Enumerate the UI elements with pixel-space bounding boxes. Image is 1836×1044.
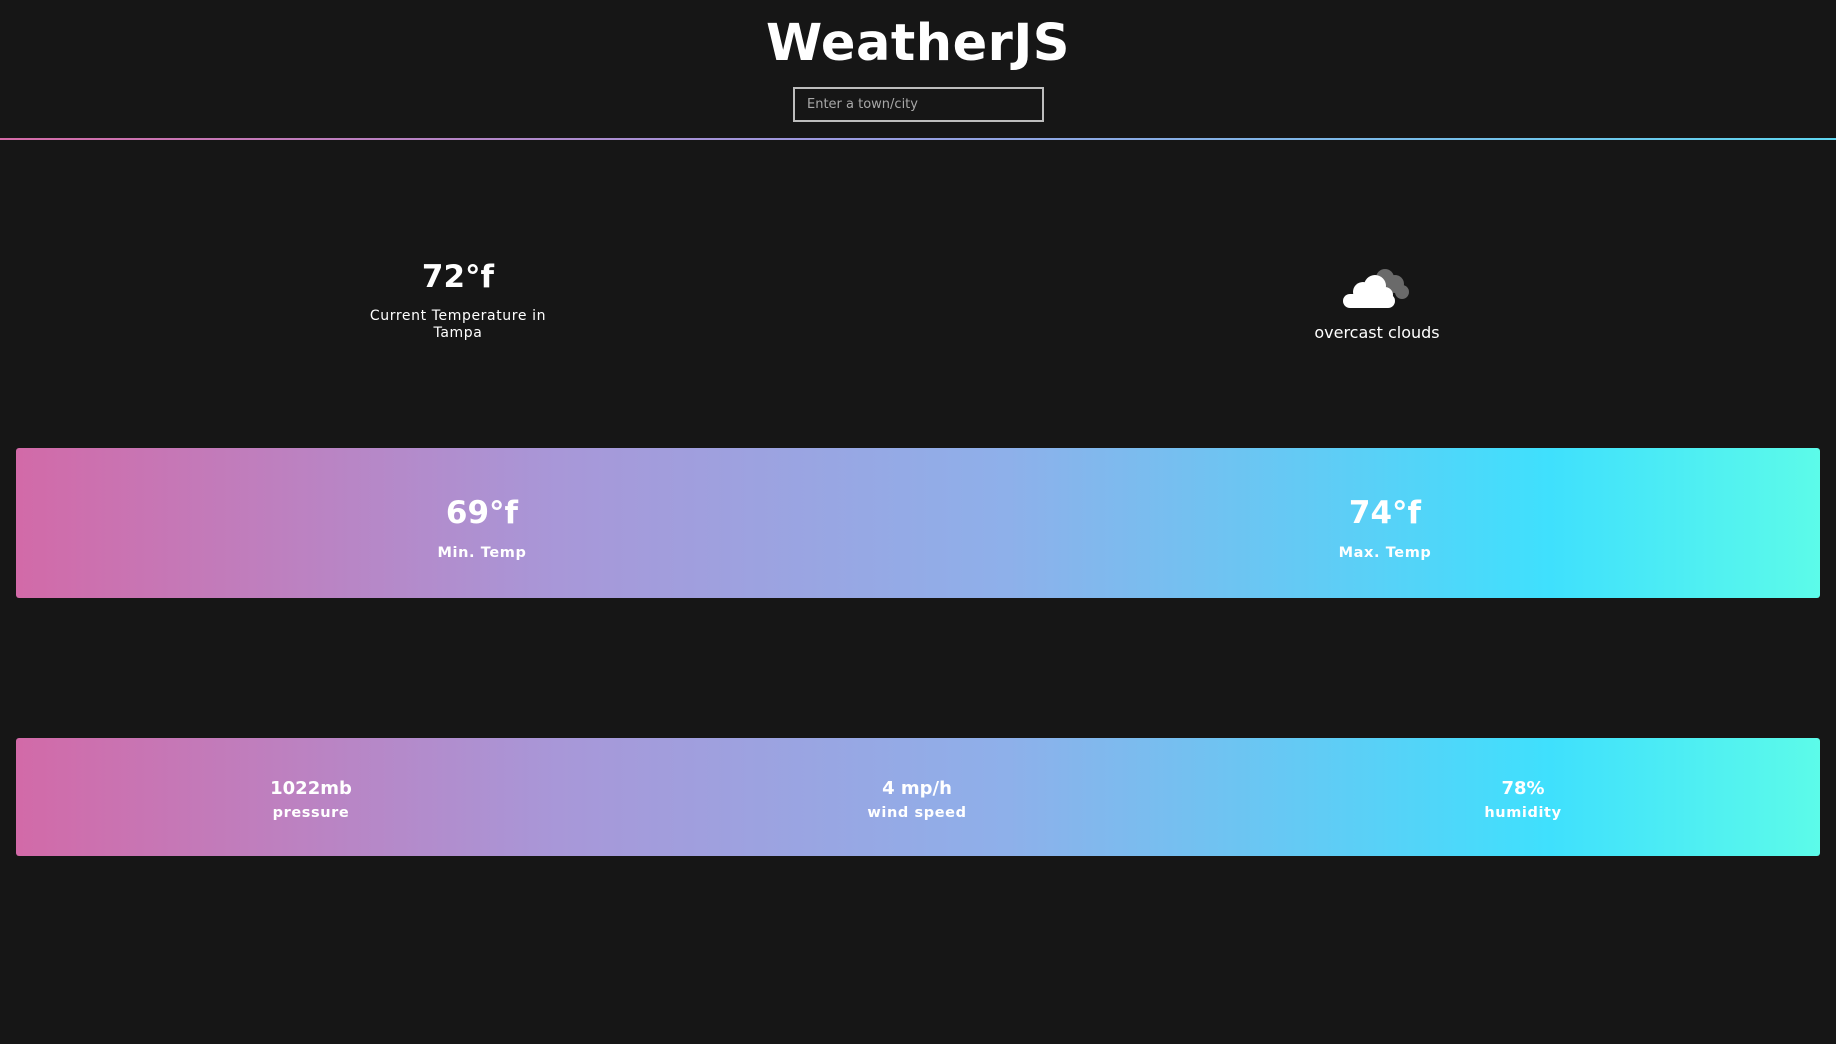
humidity-block: 78% humidity (1413, 778, 1633, 821)
wind-speed-block: 4 mp/h wind speed (807, 778, 1027, 821)
pressure-block: 1022mb pressure (201, 778, 421, 821)
pressure-value: 1022mb (270, 778, 352, 799)
wind-speed-label: wind speed (867, 805, 967, 821)
temperature-range-band: 69°f Min. Temp 74°f Max. Temp (16, 448, 1820, 598)
weather-condition-panel: overcast clouds (1277, 262, 1477, 343)
current-temperature-panel: 72°f Current Temperature in Tampa (358, 255, 558, 342)
max-temp-block: 74°f Max. Temp (1275, 493, 1495, 561)
current-temperature-label: Current Temperature in Tampa (369, 308, 547, 341)
min-temp-label: Min. Temp (437, 545, 527, 561)
min-temp-block: 69°f Min. Temp (372, 493, 592, 561)
weather-condition-text: overcast clouds (1314, 323, 1440, 342)
pressure-label: pressure (272, 805, 350, 821)
current-temperature-value: 72°f (421, 259, 495, 295)
weather-stats-band: 1022mb pressure 4 mp/h wind speed 78% hu… (16, 738, 1820, 856)
min-temp-value: 69°f (445, 495, 519, 531)
max-temp-value: 74°f (1348, 495, 1422, 531)
humidity-label: humidity (1484, 805, 1562, 821)
app-title: WeatherJS (765, 14, 1071, 73)
wind-speed-value: 4 mp/h (882, 778, 952, 799)
city-search-input[interactable] (793, 87, 1044, 122)
header-divider (0, 138, 1836, 140)
cloud-icon (1343, 269, 1409, 308)
max-temp-label: Max. Temp (1338, 545, 1432, 561)
humidity-value: 78% (1501, 778, 1545, 799)
header: WeatherJS (0, 0, 1836, 140)
